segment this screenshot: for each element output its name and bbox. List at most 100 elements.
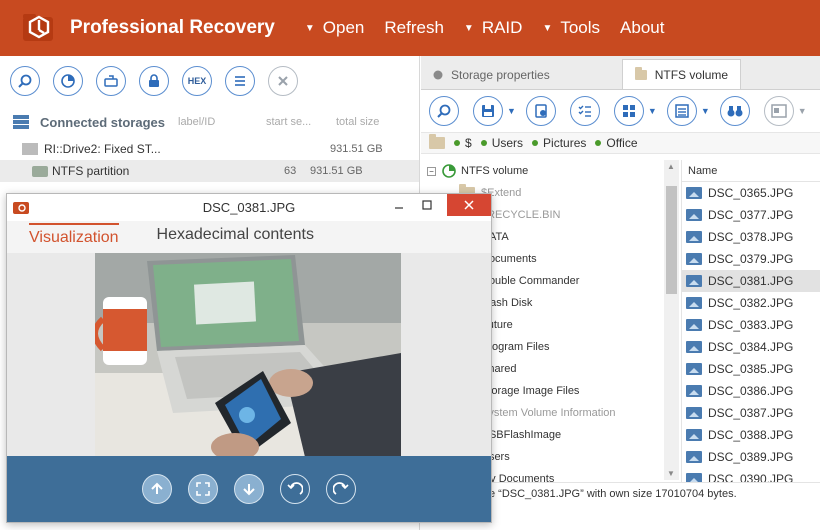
file-row[interactable]: DSC_0379.JPG — [682, 248, 820, 270]
storage-stack-icon — [13, 115, 29, 129]
menu-tools[interactable]: ▼ Tools — [542, 18, 600, 38]
save-button[interactable] — [473, 96, 503, 126]
menu-refresh[interactable]: Refresh — [384, 18, 444, 38]
view-options-caret-icon[interactable]: ▼ — [648, 106, 657, 116]
file-row[interactable]: DSC_0377.JPG — [682, 204, 820, 226]
create-image-button[interactable] — [96, 66, 126, 96]
tree-item-label: System Volume Information — [481, 407, 616, 419]
fit-to-window-button[interactable] — [188, 474, 218, 504]
file-row[interactable]: DSC_0388.JPG — [682, 424, 820, 446]
next-file-button[interactable] — [234, 474, 264, 504]
menu-raid[interactable]: ▼ RAID — [464, 18, 523, 38]
tab-ntfs-volume[interactable]: NTFS volume — [621, 59, 742, 89]
properties-button[interactable] — [225, 66, 255, 96]
tab-visualization[interactable]: Visualization — [29, 223, 119, 251]
close-button[interactable] — [447, 194, 491, 216]
tree-item-label: Double Commander — [481, 275, 580, 287]
image-file-icon — [686, 429, 702, 441]
tree-root[interactable]: − NTFS volume — [421, 160, 679, 182]
file-row[interactable]: DSC_0383.JPG — [682, 314, 820, 336]
preview-button[interactable] — [763, 96, 794, 126]
hex-editor-button[interactable]: HEX — [182, 66, 212, 96]
storage-size: 931.51 GB — [310, 165, 363, 177]
minimize-button[interactable] — [387, 194, 411, 216]
storage-row-drive[interactable]: RI::Drive2: Fixed ST... 931.51 GB — [0, 138, 419, 160]
menu-raid-label: RAID — [481, 18, 523, 37]
preview-titlebar[interactable]: DSC_0381.JPG — [7, 194, 491, 221]
partition-scan-button[interactable] — [53, 66, 83, 96]
app-title: Professional Recovery — [70, 17, 275, 38]
tab-storage-properties[interactable]: Storage properties — [421, 61, 562, 89]
collapse-icon[interactable]: − — [427, 166, 436, 176]
checklist-icon — [578, 105, 591, 117]
disk-icon — [433, 70, 443, 80]
list-mode-button[interactable] — [666, 96, 697, 126]
file-row[interactable]: DSC_0390.JPG — [682, 468, 820, 482]
file-row[interactable]: DSC_0384.JPG — [682, 336, 820, 358]
file-row[interactable]: DSC_0389.JPG — [682, 446, 820, 468]
rotate-right-button[interactable] — [326, 474, 356, 504]
previous-file-button[interactable] — [142, 474, 172, 504]
tree-scrollbar-thumb[interactable] — [666, 186, 677, 294]
menu-about[interactable]: About — [620, 18, 664, 38]
tree-root-label: NTFS volume — [461, 165, 529, 177]
app-logo-icon — [20, 9, 58, 47]
find-button[interactable] — [719, 96, 750, 126]
tree-item-label: $RECYCLE.BIN — [481, 209, 561, 221]
menu-about-label: About — [620, 18, 665, 37]
close-icon — [464, 200, 474, 210]
breadcrumb-item[interactable]: Users — [492, 136, 523, 150]
dropdown-caret-icon: ▼ — [463, 22, 474, 34]
image-file-icon — [686, 209, 702, 221]
breadcrumb-item[interactable]: $ — [465, 136, 472, 150]
folder-icon — [429, 134, 445, 149]
tree-scrollbar[interactable]: ▲ ▼ — [664, 160, 679, 480]
file-row[interactable]: DSC_0386.JPG — [682, 380, 820, 402]
view-mode-button[interactable] — [613, 96, 644, 126]
breadcrumb-item[interactable]: Office — [606, 136, 637, 150]
browser-toolbar: ▼ ▼ ▼ ▼ — [421, 90, 820, 132]
maximize-button[interactable] — [415, 194, 439, 216]
file-name: DSC_0386.JPG — [708, 384, 794, 398]
column-label-id[interactable]: label/ID — [178, 116, 266, 128]
column-name[interactable]: Name — [682, 160, 820, 182]
rotate-left-button[interactable] — [280, 474, 310, 504]
preview-options-caret-icon[interactable]: ▼ — [798, 106, 807, 116]
scroll-down-icon[interactable]: ▼ — [667, 469, 675, 478]
search-button[interactable] — [429, 96, 459, 126]
breadcrumb-item[interactable]: Pictures — [543, 136, 586, 150]
rotate-left-icon — [287, 482, 303, 495]
tab-storage-label: Storage properties — [451, 68, 550, 82]
file-row[interactable]: DSC_0385.JPG — [682, 358, 820, 380]
file-row[interactable]: DSC_0378.JPG — [682, 226, 820, 248]
column-start-sector[interactable]: start se... — [266, 116, 336, 128]
file-mask-button[interactable] — [525, 96, 556, 126]
storage-row-partition[interactable]: NTFS partition 63 931.51 GB — [0, 160, 419, 182]
breadcrumb: $ Users Pictures Office — [421, 132, 820, 154]
preview-photo — [95, 253, 401, 457]
file-name: DSC_0388.JPG — [708, 428, 794, 442]
close-storage-button[interactable] — [268, 66, 298, 96]
file-row[interactable]: DSC_0387.JPG — [682, 402, 820, 424]
save-options-caret-icon[interactable]: ▼ — [507, 106, 516, 116]
file-row[interactable]: DSC_0365.JPG — [682, 182, 820, 204]
encryption-button[interactable] — [139, 66, 169, 96]
menu-open[interactable]: ▼ Open — [305, 18, 365, 38]
file-row[interactable]: DSC_0382.JPG — [682, 292, 820, 314]
file-name: DSC_0377.JPG — [708, 208, 794, 222]
storage-name: RI::Drive2: Fixed ST... — [44, 142, 161, 156]
tree-item-label: Storage Image Files — [481, 385, 580, 397]
list-options-caret-icon[interactable]: ▼ — [701, 106, 710, 116]
file-name: DSC_0390.JPG — [708, 472, 794, 482]
image-file-icon — [686, 385, 702, 397]
file-name: DSC_0378.JPG — [708, 230, 794, 244]
laptop-photo-illustration — [95, 253, 401, 457]
checklist-button[interactable] — [569, 96, 600, 126]
storage-size: 931.51 GB — [330, 143, 383, 155]
scan-button[interactable] — [10, 66, 40, 96]
tab-hexadecimal[interactable]: Hexadecimal contents — [157, 226, 314, 248]
scroll-up-icon[interactable]: ▲ — [667, 162, 675, 171]
file-row-selected[interactable]: DSC_0381.JPG — [682, 270, 820, 292]
column-total-size[interactable]: total size — [336, 116, 379, 128]
image-file-icon — [686, 275, 702, 287]
